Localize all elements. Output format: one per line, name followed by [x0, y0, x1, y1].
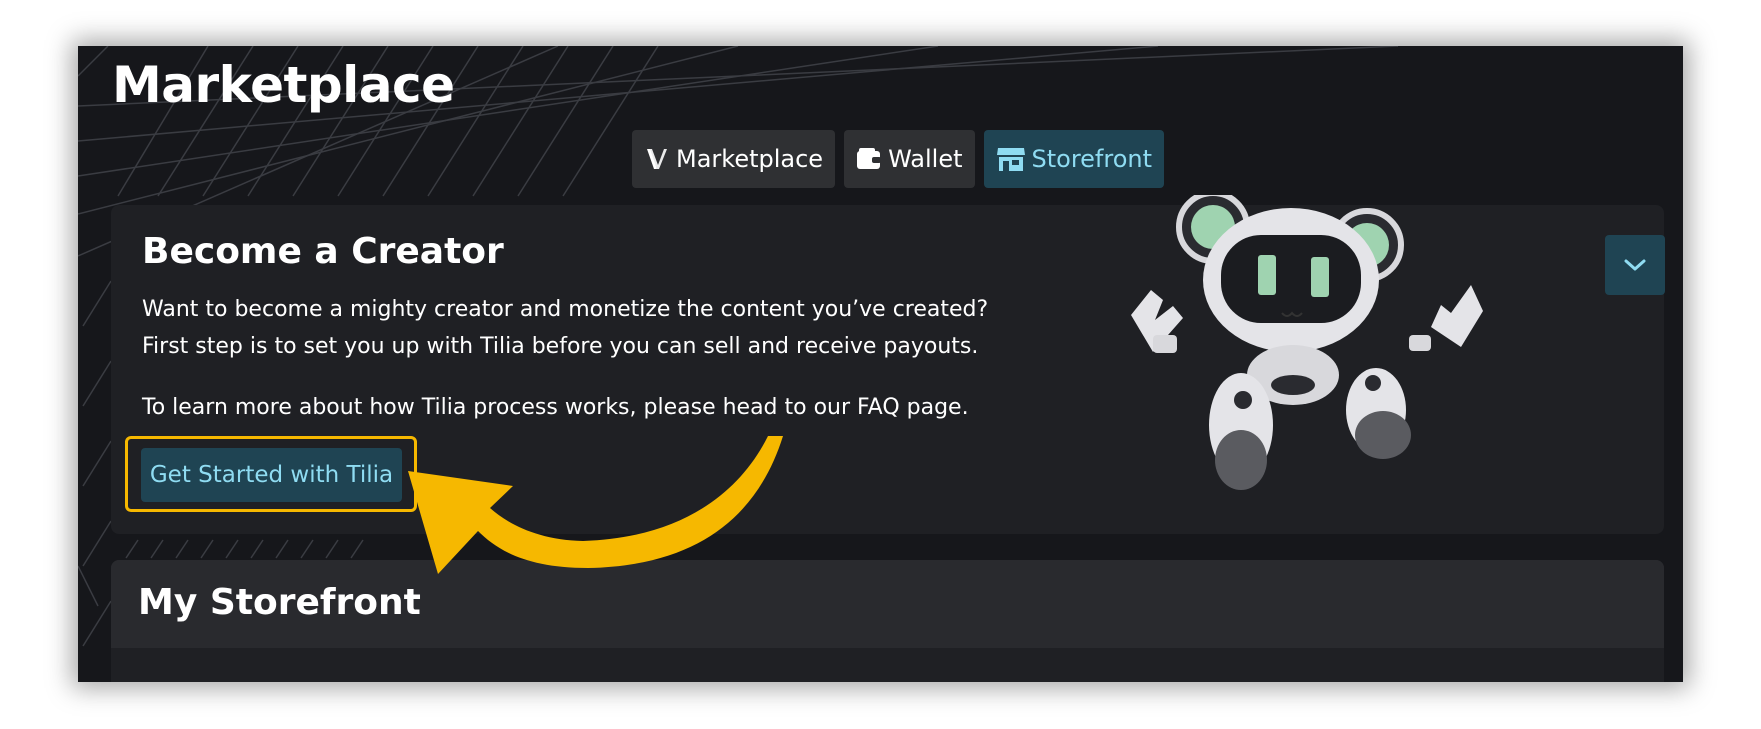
tab-wallet[interactable]: Wallet	[844, 130, 975, 188]
v-logo-icon	[647, 149, 667, 169]
my-storefront-card: My Storefront	[111, 560, 1664, 682]
collapse-toggle-button[interactable]	[1605, 235, 1665, 295]
tab-marketplace[interactable]: Marketplace	[632, 130, 836, 188]
creator-description: Want to become a mighty creator and mone…	[142, 291, 1062, 426]
page-title: Marketplace	[112, 56, 455, 114]
tab-bar: Marketplace Wallet Storefront	[632, 130, 1165, 188]
app-window: Marketplace Marketplace Wallet Storefron…	[78, 46, 1683, 682]
storefront-title: My Storefront	[138, 582, 421, 623]
creator-faq-text: To learn more about how Tilia process wo…	[142, 395, 969, 420]
tab-wallet-label: Wallet	[888, 145, 963, 173]
tab-storefront[interactable]: Storefront	[983, 130, 1165, 188]
storefront-body	[111, 648, 1664, 682]
get-started-tilia-button[interactable]: Get Started with Tilia	[141, 448, 402, 502]
creator-title: Become a Creator	[142, 231, 504, 272]
storefront-header: My Storefront	[111, 560, 1664, 648]
wallet-icon	[857, 148, 882, 169]
chevron-down-icon	[1624, 259, 1646, 271]
creator-text-line-1: Want to become a mighty creator and mone…	[142, 297, 989, 322]
storefront-icon	[996, 148, 1025, 171]
become-creator-card: Become a Creator Want to become a mighty…	[111, 195, 1665, 534]
tab-marketplace-label: Marketplace	[676, 145, 824, 173]
robot-mascot-illustration	[1131, 195, 1483, 490]
creator-text-line-2: First step is to set you up with Tilia b…	[142, 334, 979, 359]
tab-storefront-label: Storefront	[1031, 145, 1153, 173]
